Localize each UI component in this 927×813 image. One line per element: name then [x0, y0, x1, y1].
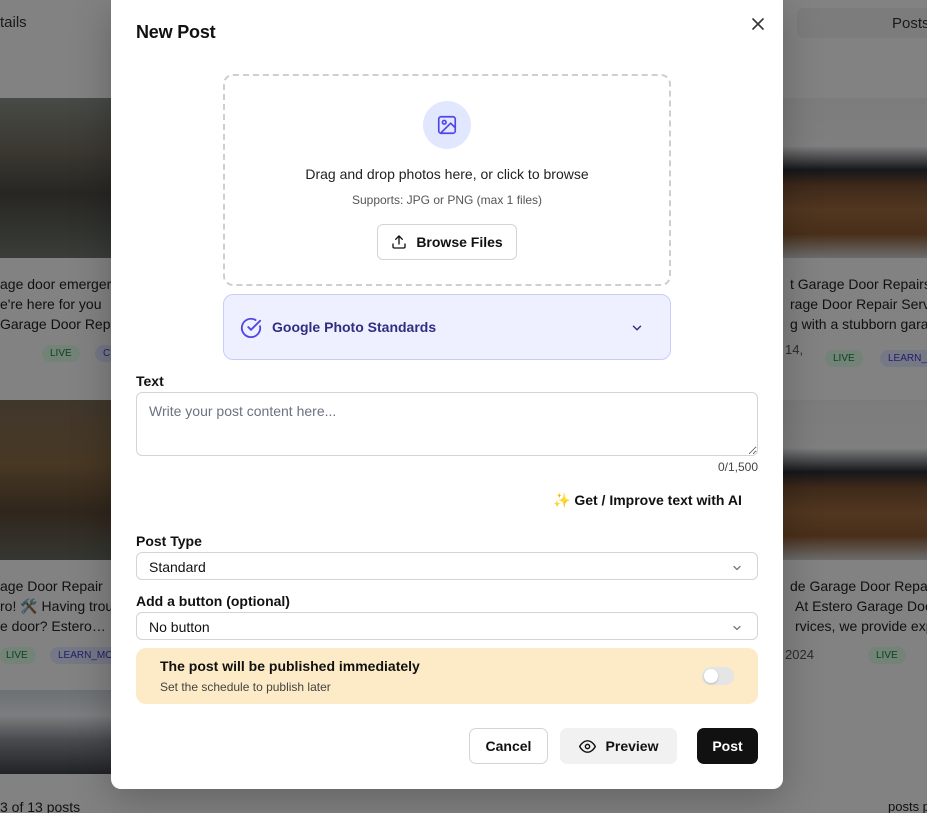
browse-files-label: Browse Files [416, 234, 503, 250]
upload-icon [392, 235, 406, 249]
toggle-knob [704, 669, 718, 683]
publish-status-title: The post will be published immediately [160, 658, 420, 674]
google-photo-standards-accordion[interactable]: Google Photo Standards [223, 294, 671, 360]
preview-label: Preview [605, 738, 659, 754]
chevron-down-icon [632, 325, 642, 331]
post-type-value: Standard [149, 559, 206, 575]
publish-status-subtitle: Set the schedule to publish later [160, 680, 331, 694]
schedule-toggle[interactable] [702, 667, 734, 685]
post-type-label: Post Type [136, 533, 202, 549]
publish-schedule-panel: The post will be published immediately S… [136, 648, 758, 704]
dialog-title: New Post [136, 22, 216, 42]
standards-label: Google Photo Standards [272, 319, 437, 335]
eye-icon [578, 739, 596, 753]
cancel-button[interactable]: Cancel [469, 728, 548, 764]
close-icon [752, 18, 764, 30]
preview-button[interactable]: Preview [560, 728, 677, 764]
chevron-down-icon [733, 565, 741, 571]
dropzone-supported-formats: Supports: JPG or PNG (max 1 files) [351, 193, 543, 207]
image-upload-badge [423, 101, 471, 149]
browse-files-button[interactable]: Browse Files [377, 224, 517, 260]
text-field-label: Text [136, 373, 164, 389]
close-button[interactable] [748, 14, 768, 34]
post-type-select[interactable]: Standard [136, 552, 758, 580]
image-icon [437, 115, 457, 135]
new-post-dialog: New Post Drag and drop photos here, or c… [111, 0, 783, 789]
add-button-select[interactable]: No button [136, 612, 758, 640]
ai-improve-text-button[interactable]: ✨ Get / Improve text with AI [553, 492, 742, 509]
photo-dropzone[interactable]: Drag and drop photos here, or click to b… [223, 74, 671, 286]
check-circle-icon [240, 317, 262, 338]
post-content-textarea[interactable] [136, 392, 758, 456]
dropzone-instructions: Drag and drop photos here, or click to b… [305, 166, 589, 182]
character-counter: 0/1,500 [717, 460, 758, 474]
chevron-down-icon [733, 625, 741, 631]
add-button-value: No button [149, 619, 210, 635]
add-button-label: Add a button (optional) [136, 593, 290, 609]
post-button[interactable]: Post [697, 728, 758, 764]
